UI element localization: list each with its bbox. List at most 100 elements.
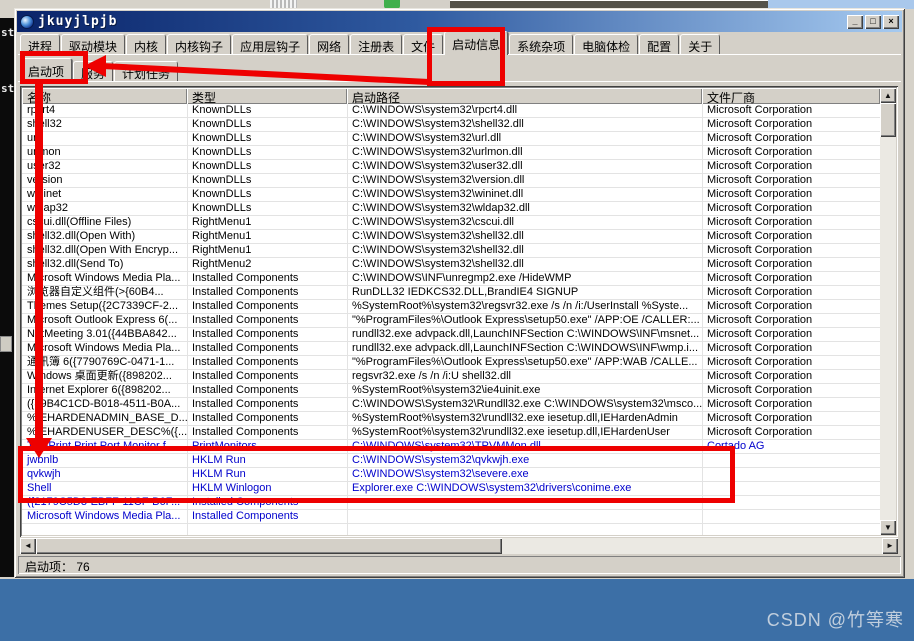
vertical-scroll-thumb[interactable] (880, 103, 896, 137)
sub-tab[interactable]: 启动项 (20, 58, 72, 82)
table-row[interactable]: Themes Setup({2C7339CF-2... Installed Co… (22, 300, 880, 314)
table-row[interactable]: urlmon KnownDLLs C:\WINDOWS\system32\url… (22, 146, 880, 160)
tab-label: 应用层钩子 (240, 40, 300, 54)
table-row[interactable]: Microsoft Windows Media Pla... Installed… (22, 342, 880, 356)
cell-vendor: Microsoft Corporation (702, 286, 880, 300)
table-row[interactable]: ({89B4C1CD-B018-4511-B0A... Installed Co… (22, 398, 880, 412)
main-tab[interactable]: 配置 (639, 34, 679, 55)
table-row[interactable]: shell32.dll(Open With) RightMenu1 C:\WIN… (22, 230, 880, 244)
main-tab[interactable]: 注册表 (350, 34, 402, 55)
main-tab[interactable]: 进程 (20, 34, 60, 55)
scroll-right-icon[interactable]: ► (882, 538, 898, 554)
table-row[interactable]: %IEHARDENADMIN_BASE_D... Installed Compo… (22, 412, 880, 426)
column-header-type[interactable]: 类型 (187, 88, 347, 104)
cell-vendor: Microsoft Corporation (702, 132, 880, 146)
table-row[interactable]: Microsoft Outlook Express 6(... Installe… (22, 314, 880, 328)
scroll-down-icon[interactable]: ▼ (880, 520, 896, 535)
table-row[interactable]: Windows 桌面更新({898202... Installed Compon… (22, 370, 880, 384)
cell-path: C:\WINDOWS\system32\shell32.dll (347, 118, 702, 132)
main-tab[interactable]: 驱动模块 (61, 34, 125, 55)
close-button[interactable]: × (883, 15, 899, 29)
sub-tab[interactable]: 服务 (73, 61, 113, 82)
table-row[interactable]: Shell HKLM Winlogon Explorer.exe C:\WIND… (22, 482, 880, 496)
cell-path: rundll32.exe advpack.dll,LaunchINFSectio… (347, 342, 702, 356)
main-tab[interactable]: 内核钩子 (167, 34, 231, 55)
main-tab[interactable]: 内核 (126, 34, 166, 55)
main-tab[interactable]: 关于 (680, 34, 720, 55)
table-row[interactable]: cscui.dll(Offline Files) RightMenu1 C:\W… (22, 216, 880, 230)
titlebar[interactable]: jkuyjlpjb _ □ × (17, 11, 902, 32)
table-row[interactable]: 通讯簿 6({7790769C-0471-1... Installed Comp… (22, 356, 880, 370)
table-row[interactable]: url KnownDLLs C:\WINDOWS\system32\url.dl… (22, 132, 880, 146)
table-row[interactable]: ThinPrint Print Port Monitor f... PrintM… (22, 440, 880, 454)
cell-name: Microsoft Outlook Express 6(... (22, 314, 187, 328)
tab-label: 进程 (28, 40, 52, 54)
main-tab[interactable]: 启动信息 (444, 31, 508, 55)
scroll-up-icon[interactable]: ▲ (880, 88, 896, 103)
table-row[interactable]: jwbnlb HKLM Run C:\WINDOWS\system32\qvkw… (22, 454, 880, 468)
table-row[interactable]: NetMeeting 3.01({44BBA842... Installed C… (22, 328, 880, 342)
cell-type: Installed Components (187, 328, 347, 342)
table-row[interactable]: rpcrt4 KnownDLLs C:\WINDOWS\system32\rpc… (22, 104, 880, 118)
cell-vendor (702, 454, 880, 468)
cell-path: C:\WINDOWS\system32\user32.dll (347, 160, 702, 174)
cell-name: qvkwjh (22, 468, 187, 482)
table-row[interactable]: %IEHARDENUSER_DESC%({... Installed Compo… (22, 426, 880, 440)
cell-path: %SystemRoot%\system32\ie4uinit.exe (347, 384, 702, 398)
cell-path: C:\WINDOWS\system32\cscui.dll (347, 216, 702, 230)
cell-vendor (702, 510, 880, 524)
table-row[interactable]: wldap32 KnownDLLs C:\WINDOWS\system32\wl… (22, 202, 880, 216)
tab-label: 关于 (688, 40, 712, 54)
vertical-scrollbar[interactable]: ▲ ▼ (880, 88, 896, 535)
table-row[interactable]: user32 KnownDLLs C:\WINDOWS\system32\use… (22, 160, 880, 174)
cell-vendor (702, 468, 880, 482)
horizontal-scroll-thumb[interactable] (36, 538, 502, 554)
sub-tab-bar: 启动项 服务 计划任务 (20, 57, 179, 82)
table-row[interactable]: 浏览器自定义组件(>{60B4... Installed Components … (22, 286, 880, 300)
cell-path: C:\WINDOWS\system32\qvkwjh.exe (347, 454, 702, 468)
cell-type: KnownDLLs (187, 118, 347, 132)
cell-path: regsvr32.exe /s /n /i:U shell32.dll (347, 370, 702, 384)
column-header-vendor[interactable]: 文件厂商 (702, 88, 880, 104)
cell-vendor: Microsoft Corporation (702, 104, 880, 118)
table-row[interactable]: Internet Explorer 6({898202... Installed… (22, 384, 880, 398)
table-row[interactable]: shell32 KnownDLLs C:\WINDOWS\system32\sh… (22, 118, 880, 132)
main-tab[interactable]: 文件 (403, 34, 443, 55)
cell-type: KnownDLLs (187, 202, 347, 216)
cell-type: KnownDLLs (187, 174, 347, 188)
cell-name: ThinPrint Print Port Monitor f... (22, 440, 187, 454)
horizontal-scrollbar[interactable]: ◄ ► (20, 538, 898, 554)
scroll-left-icon[interactable]: ◄ (20, 538, 36, 554)
subtab-label: 计划任务 (122, 67, 170, 81)
cell-vendor: Microsoft Corporation (702, 188, 880, 202)
main-tab[interactable]: 网络 (309, 34, 349, 55)
sub-tab[interactable]: 计划任务 (114, 61, 178, 82)
list-body: rpcrt4 KnownDLLs C:\WINDOWS\system32\rpc… (22, 104, 880, 535)
table-row[interactable]: ({2179C5D3-EBFF-11CF-B6F... Installed Co… (22, 496, 880, 510)
window-title: jkuyjlpjb (38, 14, 117, 29)
table-row[interactable]: Microsoft Windows Media Pla... Installed… (22, 272, 880, 286)
cell-vendor: Microsoft Corporation (702, 160, 880, 174)
minimize-button[interactable]: _ (847, 15, 863, 29)
cell-type: Installed Components (187, 412, 347, 426)
table-row[interactable]: qvkwjh HKLM Run C:\WINDOWS\system32\seve… (22, 468, 880, 482)
column-header-path[interactable]: 启动路径 (347, 88, 702, 104)
cell-type: RightMenu2 (187, 258, 347, 272)
status-text: 启动项： 76 (25, 560, 90, 574)
cell-type: Installed Components (187, 314, 347, 328)
table-row[interactable]: wininet KnownDLLs C:\WINDOWS\system32\wi… (22, 188, 880, 202)
cell-path: C:\WINDOWS\system32\shell32.dll (347, 244, 702, 258)
main-tab[interactable]: 电脑体检 (574, 34, 638, 55)
table-row[interactable]: version KnownDLLs C:\WINDOWS\system32\ve… (22, 174, 880, 188)
cell-type: Installed Components (187, 370, 347, 384)
table-row[interactable]: shell32.dll(Open With Encryp... RightMen… (22, 244, 880, 258)
main-tab[interactable]: 系统杂项 (509, 34, 573, 55)
cell-path: RunDLL32 IEDKCS32.DLL,BrandIE4 SIGNUP (347, 286, 702, 300)
main-tab[interactable]: 应用层钩子 (232, 34, 308, 55)
table-row[interactable]: shell32.dll(Send To) RightMenu2 C:\WINDO… (22, 258, 880, 272)
column-header-name[interactable]: 名称 (22, 88, 187, 104)
table-row[interactable]: Microsoft Windows Media Pla... Installed… (22, 510, 880, 524)
maximize-button[interactable]: □ (865, 15, 881, 29)
app-icon (20, 15, 34, 29)
tab-label: 启动信息 (452, 38, 500, 52)
